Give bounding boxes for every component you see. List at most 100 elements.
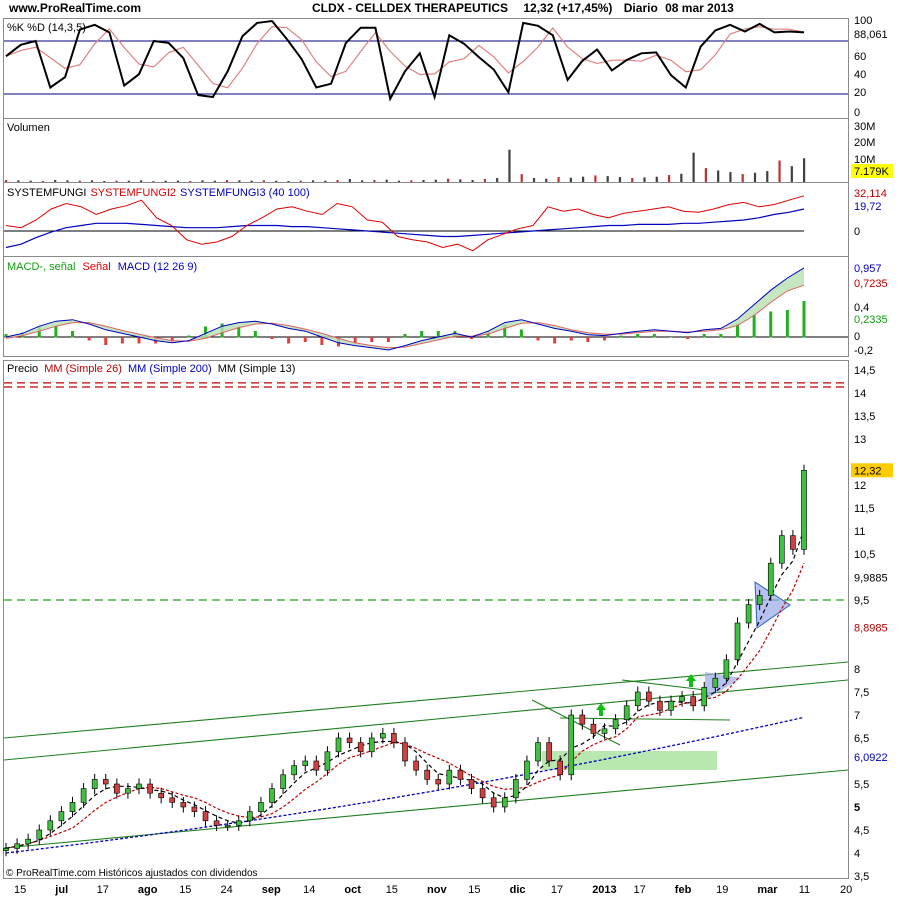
macd-hist-bar — [686, 337, 690, 339]
volume-title: Volumen — [7, 122, 50, 134]
price-title-mm13: MM (Simple 13) — [218, 363, 296, 375]
macd-hist-bar — [253, 331, 257, 338]
candle-body — [612, 719, 619, 730]
x-axis-label: dic — [510, 884, 526, 896]
macd-hist-bar — [553, 337, 557, 344]
price-axis-label: 5 — [854, 802, 860, 814]
systemfungi-title-part: SYSTEMFUNGI3 (40 100) — [180, 187, 310, 199]
x-axis-label: jul — [54, 884, 68, 896]
macd-hist-bar — [287, 337, 291, 344]
volume-bar — [324, 180, 327, 182]
volume-axis-label: 30M — [854, 121, 875, 133]
volume-bar — [275, 180, 278, 182]
macd-hist-bar — [54, 326, 58, 338]
volume-bar — [66, 180, 69, 182]
volume-bar — [520, 174, 523, 182]
macd-hist-bar — [386, 337, 390, 342]
stochastic-axis-label: 60 — [854, 51, 866, 63]
macd-hist-bar — [320, 337, 324, 345]
candle-body — [202, 811, 209, 822]
macd-hist-bar — [752, 314, 756, 338]
price-axis-label: 4,5 — [854, 825, 869, 837]
volume-panel — [3, 118, 849, 183]
volume-bar — [336, 180, 339, 182]
price-axis-label: 8 — [854, 664, 860, 676]
macd-hist-bar — [769, 311, 773, 338]
candle-body — [568, 714, 575, 776]
macd-hist-bar — [303, 337, 307, 342]
volume-bar — [667, 175, 671, 182]
macd-hist-bar — [420, 331, 424, 338]
volume-bar — [152, 181, 155, 182]
volume-bar — [397, 180, 401, 182]
volume-bar — [41, 181, 45, 182]
volume-bar — [704, 168, 707, 182]
candle-body — [435, 779, 442, 785]
x-axis-label: 15 — [14, 884, 26, 896]
x-axis-label: 19 — [716, 884, 728, 896]
candle-body — [579, 714, 586, 725]
macd-hist-bar — [187, 335, 191, 338]
volume-bar — [446, 178, 450, 182]
x-axis-label: 15 — [386, 884, 398, 896]
macd-hist-bar — [702, 334, 706, 338]
macd-hist-bar — [636, 334, 640, 338]
volume-bar — [127, 180, 130, 182]
candle-body — [324, 751, 331, 771]
macd-hist-bar — [586, 337, 590, 342]
chart-date: 08 mar 2013 — [665, 1, 734, 15]
volume-bar — [471, 180, 474, 182]
x-axis-label: 20 — [840, 884, 852, 896]
candle-body — [424, 769, 430, 780]
candle-body — [36, 829, 43, 840]
candle-body — [91, 779, 98, 789]
candle-body — [723, 659, 730, 679]
macd-hist-bar — [719, 334, 723, 338]
mm13-value: 9,9885 — [854, 573, 888, 585]
macd-title-minus: MACD-, señal — [7, 261, 75, 273]
header-title: CLDX - CELLDEX THERAPEUTICS 12,32 (+17,4… — [312, 1, 734, 15]
candle-body — [590, 723, 597, 734]
macd-hist-value: 0,2335 — [854, 314, 888, 326]
stochastic-axis-label: 40 — [854, 69, 866, 81]
candle-body — [391, 733, 397, 743]
volume-bar — [164, 180, 167, 182]
systemfungi3-value: 19,72 — [854, 201, 882, 213]
candle-body — [712, 677, 719, 688]
systemfungi2-value: 32,114 — [854, 188, 887, 200]
macd-hist-bar — [137, 337, 141, 344]
candle-body — [213, 820, 220, 826]
volume-bar — [508, 149, 511, 182]
volume-bar — [803, 158, 806, 182]
volume-bar — [189, 181, 192, 182]
macd-axis-label: 0 — [854, 331, 860, 343]
price-axis-label: 5,5 — [854, 779, 869, 791]
candle-body — [191, 806, 198, 812]
volume-bar — [618, 177, 622, 182]
candle-body — [25, 838, 31, 845]
volume-bar — [373, 180, 376, 182]
macd-hist-bar — [802, 301, 806, 338]
price-axis-label: 4 — [854, 848, 860, 860]
volume-bar — [483, 179, 486, 182]
x-axis: 15 jul 17 ago 15 24 sep 14 oct 15 nov 15 dic 17 2013 17… — [14, 884, 852, 896]
candle-body — [657, 700, 663, 711]
price-axis-label: 6,5 — [854, 733, 869, 745]
volume-bar — [103, 181, 106, 182]
signal-value: 0,7235 — [854, 278, 888, 290]
x-axis-label: nov — [427, 884, 447, 896]
volume-bar — [238, 180, 241, 182]
candle-body — [646, 691, 652, 702]
macd-value: 0,957 — [854, 263, 882, 275]
site-link[interactable]: www.ProRealTime.com — [9, 1, 141, 15]
volume-bar — [213, 180, 216, 182]
footer-copyright: © ProRealTime.com Históricos ajustados c… — [6, 868, 258, 879]
volume-bar — [5, 180, 8, 182]
volume-bar — [54, 180, 57, 182]
volume-bar — [729, 172, 732, 182]
candle-body — [745, 604, 752, 624]
candle-body — [767, 562, 774, 596]
chart-period: Diario — [623, 1, 658, 15]
volume-bar — [582, 176, 585, 182]
volume-bar — [741, 174, 744, 182]
